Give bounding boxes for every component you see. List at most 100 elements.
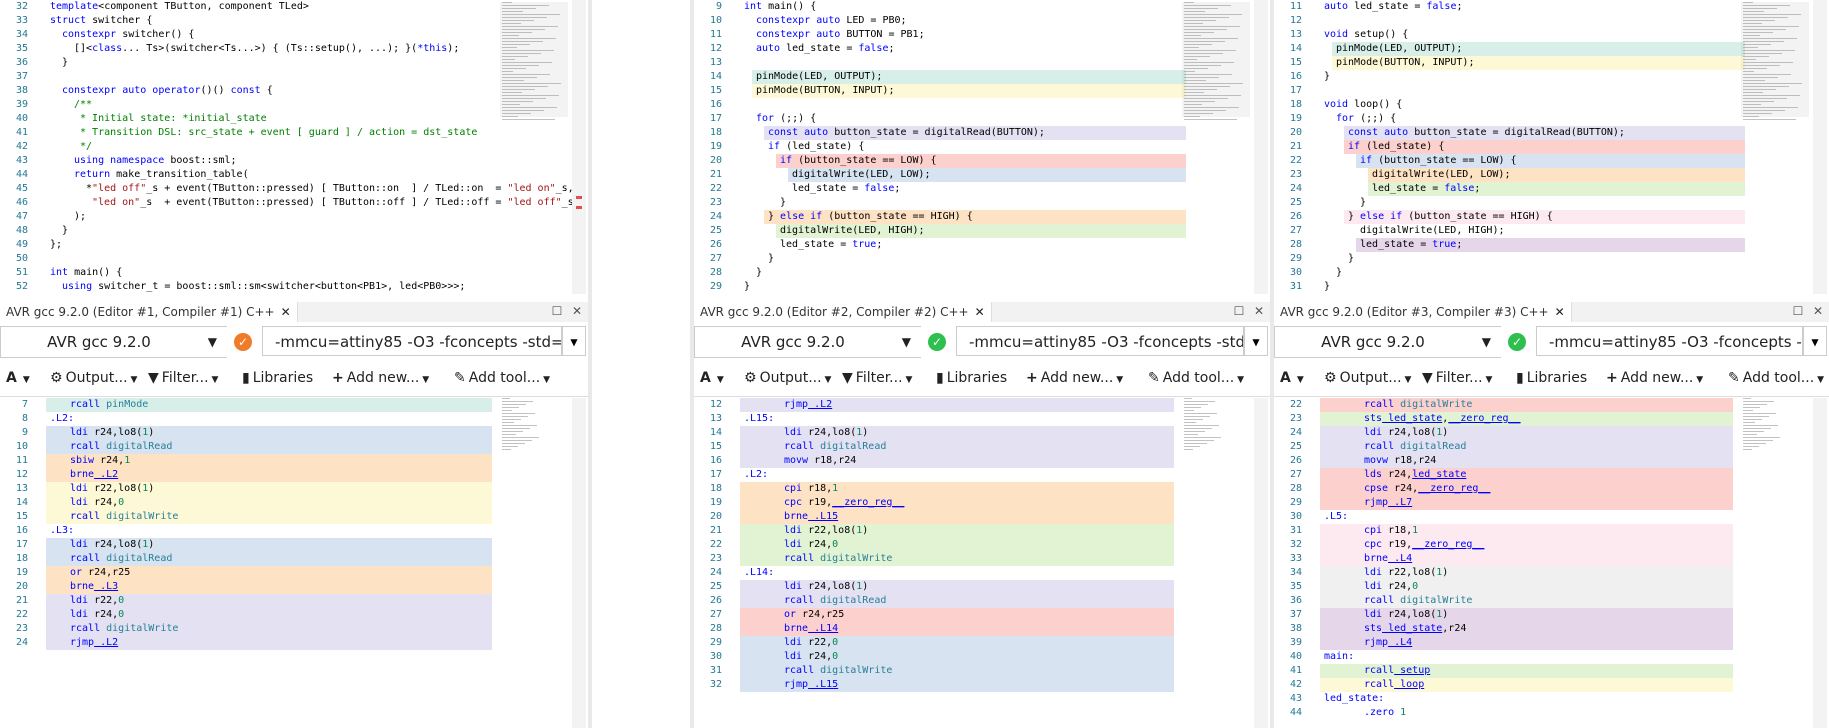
check-icon[interactable]: ✓ xyxy=(1508,333,1526,351)
asm-line[interactable]: 41 rcall setup xyxy=(1274,664,1829,678)
font-button[interactable]: A ▼ xyxy=(700,370,724,386)
compiler-select[interactable]: AVR gcc 9.2.0 ▼ xyxy=(694,326,921,358)
asm-line[interactable]: 30 ldi r24,0 xyxy=(694,650,1270,664)
source-line[interactable]: 25 digitalWrite(LED, HIGH); xyxy=(694,224,1270,238)
source-line[interactable]: 43 using namespace boost::sml; xyxy=(0,154,588,168)
source-line[interactable]: 46 "led on"_s + event(TButton::pressed) … xyxy=(0,196,588,210)
source-minimap[interactable] xyxy=(1741,2,1809,132)
asm-line[interactable]: 27 lds r24,led_state xyxy=(1274,468,1829,482)
font-button[interactable]: A ▼ xyxy=(1280,370,1304,386)
asm-line[interactable]: 24 rjmp .L2 xyxy=(0,636,588,650)
asm-minimap[interactable] xyxy=(500,398,568,458)
asm-line[interactable]: 16 .L3: xyxy=(0,524,588,538)
libraries-button[interactable]: ▮ Libraries xyxy=(1516,370,1587,386)
source-line[interactable]: 23} xyxy=(694,196,1270,210)
close-icon[interactable]: ✕ xyxy=(1555,305,1565,319)
filter-button[interactable]: ▼ Filter... ▼ xyxy=(1422,370,1492,386)
source-line[interactable]: 25} xyxy=(1274,196,1829,210)
warning-icon[interactable]: ✓ xyxy=(234,333,252,351)
pane-splitter[interactable] xyxy=(1270,0,1274,728)
filter-button[interactable]: ▼ Filter... ▼ xyxy=(842,370,912,386)
libraries-button[interactable]: ▮ Libraries xyxy=(936,370,1007,386)
asm-line[interactable]: 24 .L14: xyxy=(694,566,1270,580)
asm-line[interactable]: 25 ldi r24,lo8(1) xyxy=(694,580,1270,594)
source-line[interactable]: 19 if (led_state) { xyxy=(694,140,1270,154)
compiler-options-input[interactable]: -mmcu=attiny85 -O3 -fconcepts -std=c++2a xyxy=(1536,326,1803,356)
source-line[interactable]: 22 if (button_state == LOW) { xyxy=(1274,154,1829,168)
asm-line[interactable]: 17 ldi r24,lo8(1) xyxy=(0,538,588,552)
source-line[interactable]: 23 digitalWrite(LED, LOW); xyxy=(1274,168,1829,182)
asm-line[interactable]: 21 ldi r22,0 xyxy=(0,594,588,608)
source-line[interactable]: 24 led_state = false; xyxy=(1274,182,1829,196)
close-icon[interactable]: ✕ xyxy=(281,305,291,319)
pane-splitter[interactable] xyxy=(588,0,694,728)
source-line[interactable]: 31} xyxy=(1274,280,1829,294)
compiler-tab[interactable]: AVR gcc 9.2.0 (Editor #3, Compiler #3) C… xyxy=(1274,302,1572,322)
source-line[interactable]: 52 using switcher_t = boost::sml::sm<swit… xyxy=(0,280,588,294)
asm-line[interactable]: 18 rcall digitalRead xyxy=(0,552,588,566)
asm-line[interactable]: 20 brne .L3 xyxy=(0,580,588,594)
asm-line[interactable]: 40 main: xyxy=(1274,650,1829,664)
asm-line[interactable]: 37 ldi r24,lo8(1) xyxy=(1274,608,1829,622)
close-icon[interactable]: ✕ xyxy=(570,304,584,318)
asm-line[interactable]: 44 .zero 1 xyxy=(1274,706,1829,720)
asm-line[interactable]: 26 rcall digitalRead xyxy=(694,594,1270,608)
asm-line[interactable]: 28 brne .L14 xyxy=(694,622,1270,636)
asm-line[interactable]: 29 ldi r22,0 xyxy=(694,636,1270,650)
source-line[interactable]: 26} else if (button_state == HIGH) { xyxy=(1274,210,1829,224)
source-scrollbar[interactable] xyxy=(1813,0,1827,294)
asm-scrollbar[interactable] xyxy=(1813,398,1827,728)
asm-line[interactable]: 31 cpi r18,1 xyxy=(1274,524,1829,538)
asm-line[interactable]: 23 rcall digitalWrite xyxy=(694,552,1270,566)
asm-line[interactable]: 18 cpi r18,1 xyxy=(694,482,1270,496)
compiler-select[interactable]: AVR gcc 9.2.0 ▼ xyxy=(0,326,227,358)
source-line[interactable]: 27} xyxy=(694,252,1270,266)
source-line[interactable]: 26 led_state = true; xyxy=(694,238,1270,252)
source-line[interactable]: 47); xyxy=(0,210,588,224)
source-line[interactable]: 45 *"led off"_s + event(TButton::pressed)… xyxy=(0,182,588,196)
asm-line[interactable]: 33 brne .L4 xyxy=(1274,552,1829,566)
source-line[interactable]: 24} else if (button_state == HIGH) { xyxy=(694,210,1270,224)
asm-line[interactable]: 17 .L2: xyxy=(694,468,1270,482)
asm-line[interactable]: 32 cpc r19,__zero_reg__ xyxy=(1274,538,1829,552)
asm-line[interactable]: 43 led_state: xyxy=(1274,692,1829,706)
chevron-down-icon[interactable]: ▼ xyxy=(562,326,586,356)
source-scrollbar[interactable] xyxy=(1254,0,1268,294)
output-button[interactable]: ⚙ Output... ▼ xyxy=(50,370,137,386)
libraries-button[interactable]: ▮ Libraries xyxy=(242,370,313,386)
source-line[interactable]: 20 if (button_state == LOW) { xyxy=(694,154,1270,168)
asm-line[interactable]: 28 cpse r24,__zero_reg__ xyxy=(1274,482,1829,496)
asm-line[interactable]: 22 ldi r24,0 xyxy=(0,608,588,622)
asm-line[interactable]: 22 ldi r24,0 xyxy=(694,538,1270,552)
source-line[interactable]: 22 led_state = false; xyxy=(694,182,1270,196)
chevron-down-icon[interactable]: ▼ xyxy=(1803,326,1827,356)
asm-minimap[interactable] xyxy=(1182,398,1250,458)
source-line[interactable]: 50 xyxy=(0,252,588,266)
asm-line[interactable]: 12 brne .L2 xyxy=(0,468,588,482)
asm-line[interactable]: 36 rcall digitalWrite xyxy=(1274,594,1829,608)
asm-line[interactable]: 30 .L5: xyxy=(1274,510,1829,524)
maximize-icon[interactable]: ☐ xyxy=(1791,304,1805,318)
source-line[interactable]: 44 return make_transition_table( xyxy=(0,168,588,182)
asm-line[interactable]: 31 rcall digitalWrite xyxy=(694,664,1270,678)
asm-line[interactable]: 14 ldi r24,0 xyxy=(0,496,588,510)
check-icon[interactable]: ✓ xyxy=(928,333,946,351)
close-icon[interactable]: ✕ xyxy=(975,305,985,319)
add-new-button[interactable]: + Add new... ▼ xyxy=(1606,370,1703,386)
add-tool-button[interactable]: ✎ Add tool... ▼ xyxy=(1148,370,1244,386)
maximize-icon[interactable]: ☐ xyxy=(550,304,564,318)
font-button[interactable]: A ▼ xyxy=(6,370,30,386)
add-tool-button[interactable]: ✎ Add tool... ▼ xyxy=(1728,370,1824,386)
asm-scrollbar[interactable] xyxy=(1254,398,1268,728)
asm-line[interactable]: 34 ldi r22,lo8(1) xyxy=(1274,566,1829,580)
source-line[interactable]: 49}; xyxy=(0,238,588,252)
asm-line[interactable]: 32 rjmp .L15 xyxy=(694,678,1270,692)
source-scrollbar[interactable] xyxy=(572,0,586,294)
compiler-options-input[interactable]: -mmcu=attiny85 -O3 -fconcepts -std=c++2a xyxy=(956,326,1244,356)
filter-button[interactable]: ▼ Filter... ▼ xyxy=(148,370,218,386)
source-minimap[interactable] xyxy=(500,2,568,132)
source-line[interactable]: 27 digitalWrite(LED, HIGH); xyxy=(1274,224,1829,238)
compiler-tab[interactable]: AVR gcc 9.2.0 (Editor #2, Compiler #2) C… xyxy=(694,302,992,322)
source-line[interactable]: 21 if (led_state) { xyxy=(1274,140,1829,154)
chevron-down-icon[interactable]: ▼ xyxy=(1244,326,1268,356)
